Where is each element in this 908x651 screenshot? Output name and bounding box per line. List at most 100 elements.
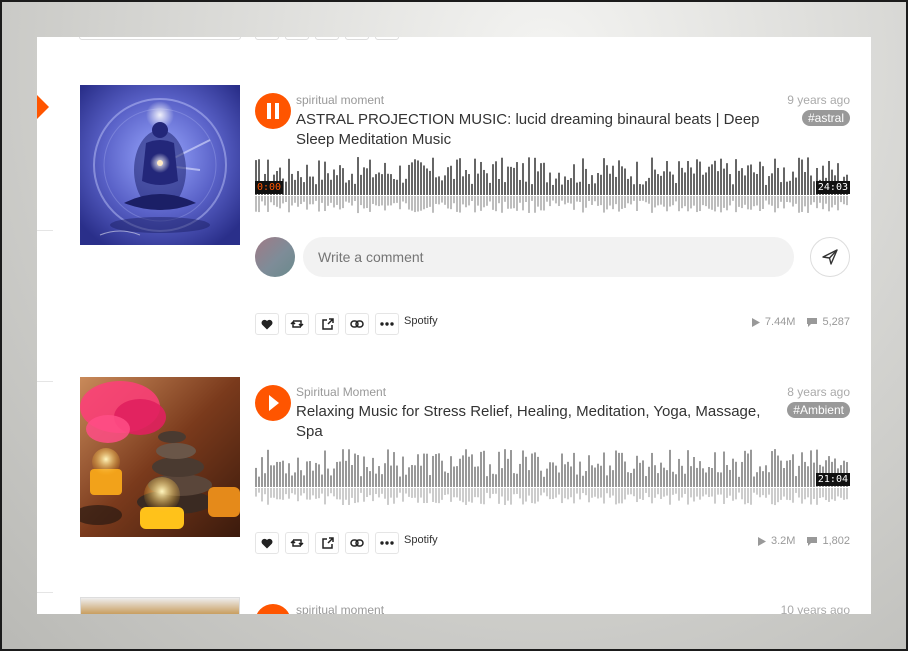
waveform-bar-reflection[interactable] [297,488,299,502]
waveform-bar[interactable] [783,467,785,487]
waveform-bar[interactable] [327,468,329,487]
waveform-bar-reflection[interactable] [726,196,728,211]
waveform-bar-reflection[interactable] [432,488,434,502]
waveform-bar-reflection[interactable] [555,196,557,204]
more-button[interactable] [375,313,399,335]
waveform-bar-reflection[interactable] [543,196,545,211]
waveform-bar[interactable] [339,461,341,487]
waveform-bar-reflection[interactable] [360,196,362,206]
waveform-bar[interactable] [333,169,335,195]
waveform-bar-reflection[interactable] [690,196,692,209]
waveform-bar[interactable] [294,179,296,195]
waveform-bar[interactable] [426,453,428,487]
waveform-bar[interactable] [507,458,509,487]
waveform-bar[interactable] [783,167,785,195]
waveform-bar[interactable] [354,453,356,487]
waveform-bar[interactable] [324,450,326,487]
spotify-link[interactable]: Spotify [404,315,438,327]
waveform-bar[interactable] [609,465,611,487]
waveform-bar[interactable] [798,465,800,487]
waveform-bar-reflection[interactable] [441,196,443,203]
waveform-bar[interactable] [327,173,329,195]
waveform-bar[interactable] [552,462,554,487]
waveform-bar-reflection[interactable] [489,488,491,499]
waveform-bar[interactable] [726,163,728,195]
waveform-bar[interactable] [627,178,629,195]
waveform-bar[interactable] [777,455,779,487]
waveform-bar[interactable] [738,170,740,195]
waveform-bar-reflection[interactable] [702,488,704,497]
waveform-bar-reflection[interactable] [345,196,347,202]
waveform-bar[interactable] [633,468,635,487]
waveform-bar[interactable] [309,461,311,487]
waveform-bar-reflection[interactable] [813,488,815,499]
waveform-bar[interactable] [747,165,749,195]
waveform-bar[interactable] [678,458,680,487]
waveform-bar[interactable] [282,460,284,487]
waveform-bar-reflection[interactable] [576,488,578,494]
waveform-bar[interactable] [693,457,695,487]
waveform-bar-reflection[interactable] [510,488,512,505]
waveform-bar[interactable] [657,473,659,487]
comment-input[interactable] [303,237,794,277]
waveform-bar[interactable] [558,472,560,487]
waveform-bar[interactable] [399,165,401,195]
waveform-bar[interactable] [534,157,536,195]
waveform-bar-reflection[interactable] [648,488,650,498]
waveform-bar-reflection[interactable] [426,488,428,503]
waveform-bar[interactable] [456,466,458,487]
waveform-bar[interactable] [513,473,515,487]
track-user[interactable]: Spiritual Moment [296,385,386,399]
waveform-bar-reflection[interactable] [561,488,563,504]
waveform-bar[interactable] [600,174,602,195]
waveform-bar[interactable] [417,454,419,487]
waveform-bar-reflection[interactable] [657,196,659,206]
waveform-bar-reflection[interactable] [480,488,482,504]
waveform-bar[interactable] [306,461,308,487]
waveform-bar[interactable] [750,449,752,487]
waveform-bar[interactable] [342,168,344,195]
waveform-bar-reflection[interactable] [276,196,278,207]
waveform-bar-reflection[interactable] [612,488,614,496]
waveform-bar-reflection[interactable] [618,488,620,504]
waveform-bar-reflection[interactable] [312,488,314,496]
waveform[interactable]: 21:04 [255,447,850,507]
waveform-bar-reflection[interactable] [417,488,419,503]
waveform-bar[interactable] [492,164,494,195]
waveform-bar[interactable] [459,458,461,487]
track-title[interactable]: Relaxing Music for Stress Relief, Healin… [296,402,786,442]
waveform-bar[interactable] [753,172,755,195]
waveform-bar-reflection[interactable] [636,488,638,503]
waveform-bar[interactable] [663,467,665,487]
waveform-bar-reflection[interactable] [786,488,788,500]
waveform-bar-reflection[interactable] [711,196,713,210]
waveform-bar-reflection[interactable] [729,196,731,206]
waveform-bar-reflection[interactable] [471,196,473,201]
waveform-bar-reflection[interactable] [747,196,749,210]
waveform-bar-reflection[interactable] [672,196,674,206]
waveform-bar-reflection[interactable] [531,488,533,504]
waveform-bar[interactable] [366,467,368,487]
waveform-bar-reflection[interactable] [402,488,404,502]
waveform-bar-reflection[interactable] [762,488,764,496]
waveform-bar[interactable] [504,182,506,195]
waveform-bar[interactable] [642,184,644,195]
waveform-bar[interactable] [702,174,704,195]
waveform-bar-reflection[interactable] [693,196,695,206]
waveform-bar-reflection[interactable] [402,196,404,202]
waveform-bar-reflection[interactable] [723,196,725,208]
waveform-bar-reflection[interactable] [393,488,395,504]
waveform-bar-reflection[interactable] [735,488,737,500]
waveform-bar[interactable] [363,167,365,195]
waveform-bar-reflection[interactable] [477,488,479,498]
waveform-bar-reflection[interactable] [771,196,773,206]
waveform-bar[interactable] [714,452,716,487]
waveform-bar[interactable] [765,184,767,195]
waveform-bar-reflection[interactable] [621,196,623,209]
waveform-bar-reflection[interactable] [456,488,458,498]
waveform-bar-reflection[interactable] [696,196,698,213]
waveform-bar[interactable] [594,183,596,195]
waveform-bar[interactable] [318,464,320,487]
waveform-bar-reflection[interactable] [264,196,266,206]
waveform-bar-reflection[interactable] [528,488,530,496]
